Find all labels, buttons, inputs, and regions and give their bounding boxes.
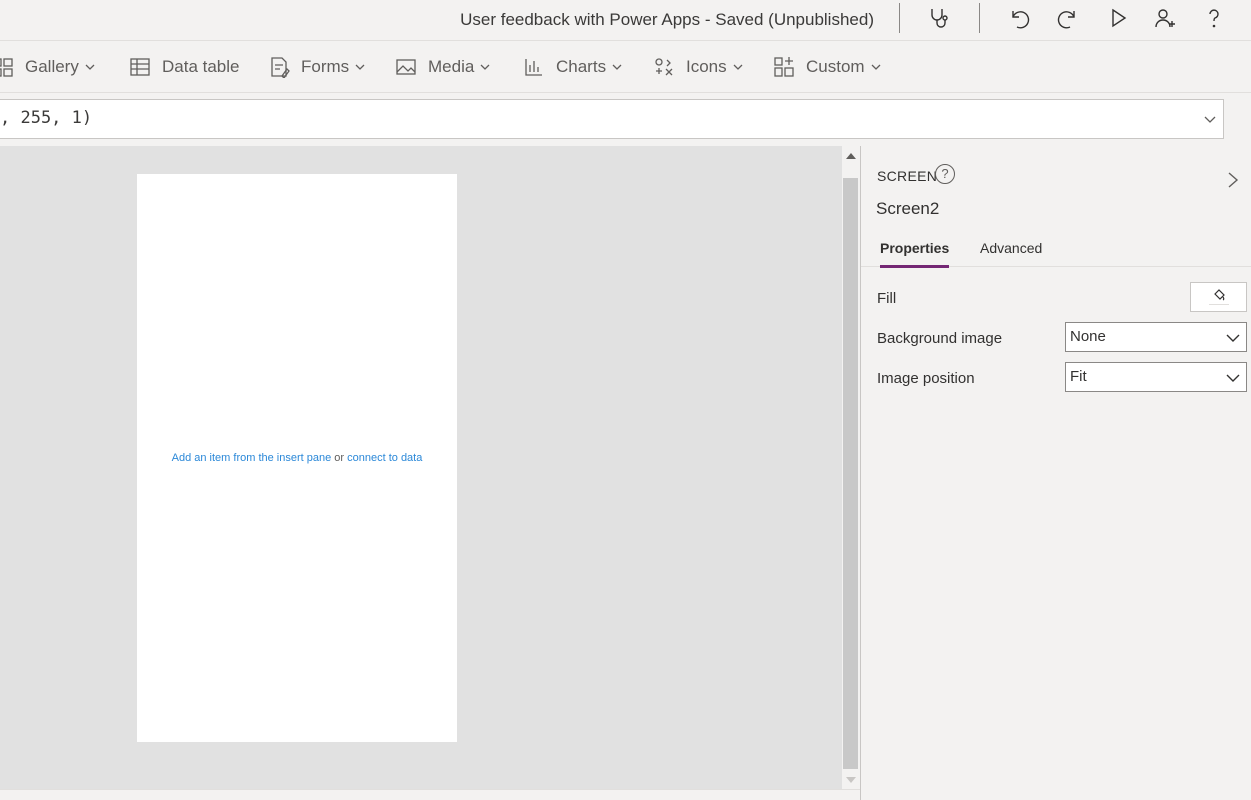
gallery-icon [0,56,14,78]
undo-icon[interactable] [1006,5,1032,31]
tab-properties[interactable]: Properties [880,240,950,268]
ribbon-data-table[interactable]: Data table [129,55,240,79]
play-icon[interactable] [1105,5,1131,31]
help-icon[interactable] [1201,5,1227,31]
pane-tabs: Properties Advanced [861,240,1251,268]
title-bar: User feedback with Power Apps - Saved (U… [0,0,1251,41]
empty-screen-hint: Add an item from the insert pane or conn… [137,452,457,464]
ribbon-media[interactable]: Media [395,55,491,79]
ribbon-forms[interactable]: Forms [268,55,366,79]
background-image-select[interactable]: None [1065,322,1247,352]
chevron-down-icon [611,61,623,73]
canvas-horizontal-scrollbar[interactable] [0,789,860,800]
insert-pane-link[interactable]: Add an item from the insert pane [172,452,332,464]
ribbon-gallery-label: Gallery [25,57,79,76]
app-title: User feedback with Power Apps - Saved (U… [460,10,874,29]
ribbon-custom[interactable]: Custom [773,55,882,79]
background-image-label: Background image [877,330,1003,347]
ribbon-icons-label: Icons [686,57,727,76]
fill-color-picker[interactable] [1190,282,1247,312]
scroll-down-icon[interactable] [846,777,856,783]
fill-color-swatch [1209,304,1229,307]
ribbon-icons[interactable]: Icons [653,55,744,79]
chevron-down-icon [732,61,744,73]
hint-or-text: or [334,452,345,464]
image-position-label: Image position [877,370,975,387]
help-circle-icon[interactable]: ? [935,164,955,184]
formula-bar[interactable]: , 255, 1) [0,99,1224,139]
title-bar-separator [899,3,900,33]
tab-advanced[interactable]: Advanced [980,240,1042,267]
custom-icon [773,56,795,78]
chevron-down-icon [479,61,491,73]
connect-data-link[interactable]: connect to data [347,452,422,464]
app-screen[interactable]: Add an item from the insert pane or conn… [137,174,457,742]
media-icon [395,56,417,78]
background-image-value: None [1070,328,1106,345]
scroll-up-icon[interactable] [846,153,856,159]
add-person-icon[interactable] [1152,5,1178,31]
ribbon-data-table-label: Data table [162,57,240,76]
canvas-vertical-scrollbar[interactable] [842,146,859,789]
chevron-right-icon[interactable] [1225,170,1241,190]
icons-icon [653,56,675,78]
ribbon-media-label: Media [428,57,475,76]
stethoscope-icon[interactable] [926,5,952,31]
formula-input[interactable]: , 255, 1) [0,108,92,128]
redo-icon[interactable] [1055,5,1081,31]
charts-icon [523,56,545,78]
properties-pane: SCREEN ? Screen2 Properties Advanced Fil… [860,146,1251,800]
ribbon-gallery[interactable]: Gallery [0,55,96,79]
scrollbar-thumb[interactable] [843,178,858,769]
chevron-down-icon [870,61,882,73]
chevron-down-icon [1226,334,1240,342]
ribbon-charts-label: Charts [556,57,607,76]
control-kind-label: SCREEN [877,168,938,184]
paint-bucket-icon [1214,289,1225,301]
forms-icon [268,56,290,78]
ribbon-forms-label: Forms [301,57,350,76]
ribbon-charts[interactable]: Charts [523,55,623,79]
canvas-area[interactable]: Add an item from the insert pane or conn… [0,146,842,789]
fill-label: Fill [877,290,897,307]
data-table-icon [129,56,151,78]
insert-ribbon: Gallery Data table Forms Media Charts Ic… [0,41,1251,93]
chevron-down-icon [354,61,366,73]
image-position-select[interactable]: Fit [1065,362,1247,392]
control-name[interactable]: Screen2 [876,199,939,219]
title-bar-separator [979,3,980,33]
chevron-down-icon [1226,374,1240,382]
chevron-down-icon [84,61,96,73]
image-position-value: Fit [1070,368,1087,385]
ribbon-custom-label: Custom [806,57,865,76]
chevron-down-icon[interactable] [1203,112,1217,126]
